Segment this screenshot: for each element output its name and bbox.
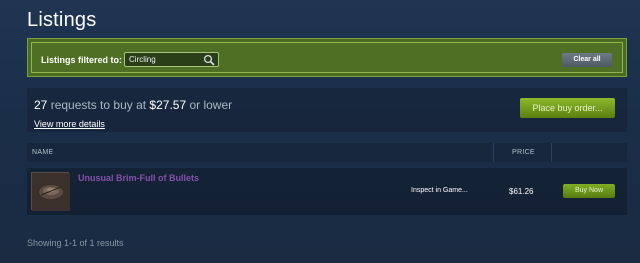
search-icon[interactable] <box>203 54 215 66</box>
column-header-price: PRICE <box>512 149 535 156</box>
filter-input-value: Circling <box>129 55 156 64</box>
column-divider <box>493 143 494 162</box>
buy-orders-panel: 27 requests to buy at $27.57 or lower Vi… <box>27 88 627 132</box>
view-more-details-link[interactable]: View more details <box>34 119 105 129</box>
place-buy-order-button[interactable]: Place buy order... <box>520 98 615 118</box>
page-title: Listings <box>27 9 97 31</box>
clear-all-button[interactable]: Clear all <box>562 53 612 67</box>
filter-input[interactable]: Circling <box>124 52 219 67</box>
buy-orders-count: 27 <box>34 98 48 112</box>
column-divider <box>551 143 552 162</box>
buy-orders-summary: 27 requests to buy at $27.57 or lower <box>34 98 232 112</box>
column-header-name: NAME <box>32 149 54 156</box>
buy-now-button[interactable]: Buy Now <box>563 184 615 198</box>
item-price: $61.26 <box>509 187 534 196</box>
buy-orders-text-end: or lower <box>186 98 233 112</box>
inspect-in-game-link[interactable]: Inspect in Game... <box>411 187 468 194</box>
item-thumbnail[interactable] <box>31 172 70 211</box>
item-name[interactable]: Unusual Brim-Full of Bullets <box>78 173 199 183</box>
filter-label: Listings filtered to: <box>41 55 122 65</box>
buy-orders-price: $27.57 <box>149 98 187 112</box>
filter-bar: Listings filtered to: Circling Clear all <box>27 38 627 77</box>
item-image <box>32 173 70 211</box>
table-row[interactable]: Unusual Brim-Full of Bullets Inspect in … <box>27 168 627 215</box>
buy-orders-text-mid: requests to buy at <box>47 98 150 112</box>
results-count: Showing 1-1 of 1 results <box>27 238 124 248</box>
table-header: NAME PRICE <box>27 143 627 162</box>
filter-inner: Listings filtered to: Circling Clear all <box>31 42 623 73</box>
